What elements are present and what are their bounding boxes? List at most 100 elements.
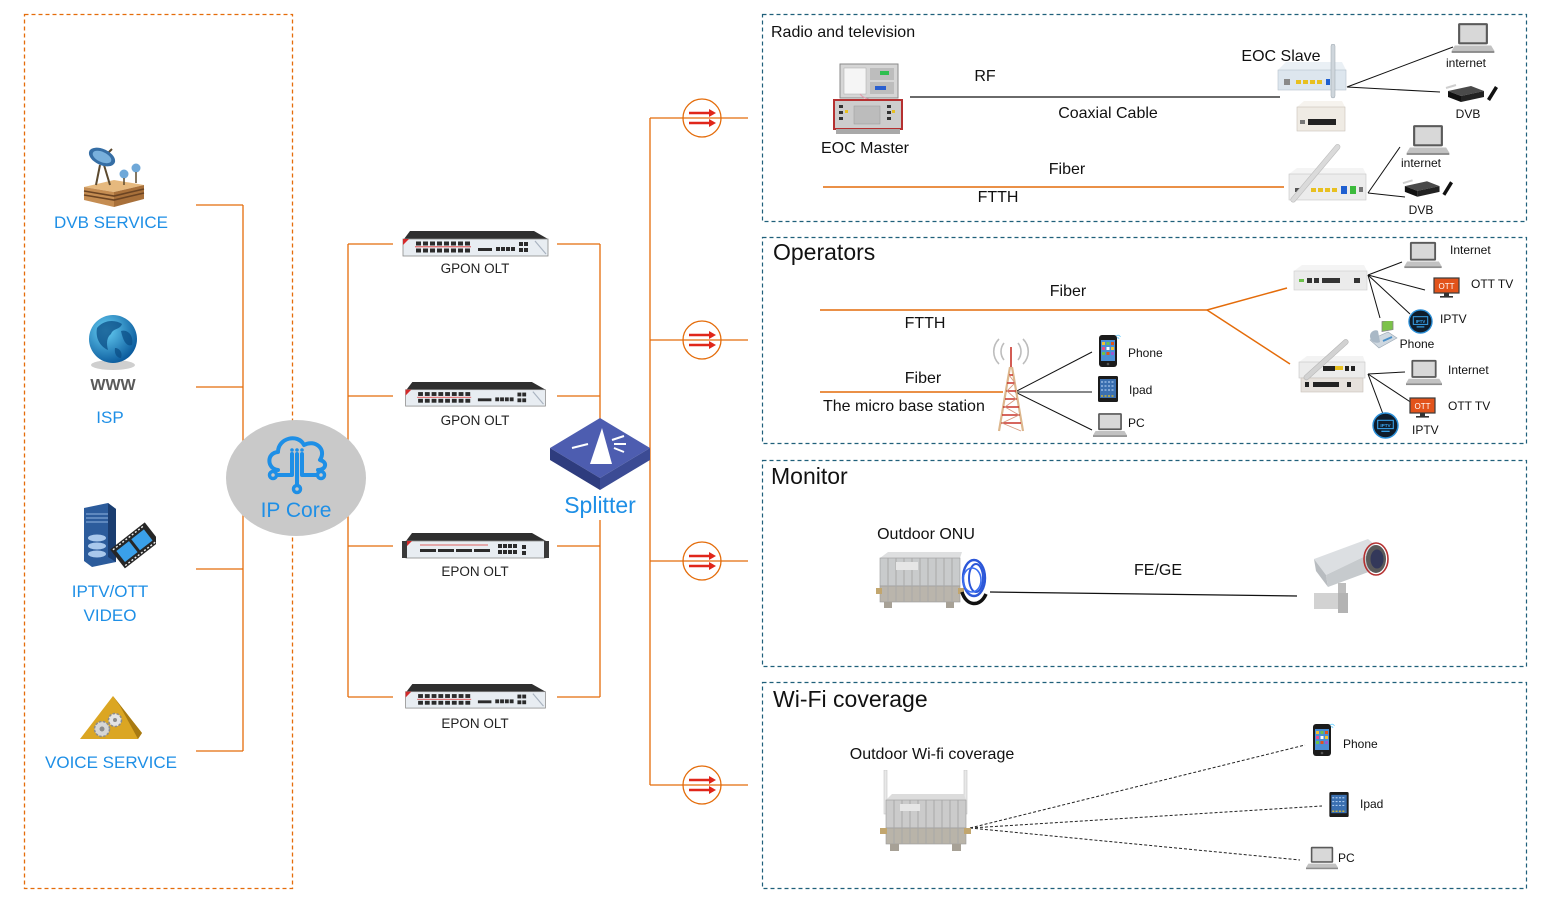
device-label: DVB bbox=[1408, 203, 1434, 217]
video-label: VIDEO bbox=[83, 606, 137, 625]
device-label: Ipad bbox=[1360, 797, 1384, 811]
voice-gears-icon bbox=[78, 692, 144, 742]
device-link-line bbox=[1346, 86, 1441, 93]
iptv-icon: IPTV bbox=[1372, 412, 1399, 439]
ftth-label: FTTH bbox=[977, 189, 1019, 206]
outdoor-onu-icon bbox=[876, 550, 998, 612]
cell-tower-icon bbox=[988, 335, 1034, 433]
device-label: IPTV bbox=[1440, 312, 1467, 326]
iptv-icon: IPTV bbox=[1408, 309, 1433, 334]
olt-label: EPON OLT bbox=[441, 564, 509, 579]
olt-label: EPON OLT bbox=[441, 716, 509, 731]
desk-phone-icon bbox=[1368, 321, 1398, 349]
cloud-circuit-icon bbox=[262, 428, 332, 496]
smartphone-icon bbox=[1311, 722, 1335, 758]
device-label: IPTV bbox=[1412, 423, 1439, 437]
wireless-link-line bbox=[969, 805, 1323, 829]
gpon-olt-device-icon bbox=[402, 230, 549, 258]
eoc-modem-icon bbox=[1296, 100, 1346, 133]
eoc-master-label: EOC Master bbox=[820, 140, 910, 157]
fiber-label: Fiber bbox=[904, 370, 942, 387]
video-server-icon bbox=[78, 500, 156, 570]
eoc-master-icon bbox=[830, 62, 906, 136]
fe-ge-line bbox=[989, 591, 1298, 597]
network-topology-diagram: DVB SERVICE WWW ISP IPTV/OTT VIDEO VOICE… bbox=[0, 0, 1550, 900]
device-label: PC bbox=[1128, 416, 1145, 430]
outdoor-wifi-label: Outdoor Wi-fi coverage bbox=[849, 746, 1015, 763]
device-label: OTT TV bbox=[1448, 399, 1491, 413]
outdoor-wifi-ap-icon bbox=[878, 770, 973, 854]
iptv-ott-label: IPTV/OTT bbox=[71, 582, 149, 601]
olt-label: GPON OLT bbox=[440, 261, 510, 276]
laptop-icon bbox=[1403, 241, 1443, 269]
device-label: Phone bbox=[1128, 346, 1163, 360]
fiber-line bbox=[1206, 287, 1288, 311]
ott-tv-icon: OTT bbox=[1409, 397, 1436, 419]
laptop-icon bbox=[1404, 359, 1444, 386]
tablet-icon bbox=[1328, 791, 1350, 818]
coaxial-cable-label: Coaxial Cable bbox=[1058, 105, 1158, 122]
epon-olt-device-icon bbox=[402, 532, 549, 560]
device-label: Ipad bbox=[1129, 383, 1153, 397]
iptv-badge-text: IPTV bbox=[1380, 423, 1391, 428]
device-link-line bbox=[1367, 371, 1406, 375]
ont-router-icon bbox=[1292, 263, 1368, 293]
panel-title-radio-tv: Radio and television bbox=[771, 24, 916, 41]
ftth-label: FTTH bbox=[904, 315, 946, 332]
smartphone-icon bbox=[1097, 333, 1121, 369]
device-label: PC bbox=[1338, 851, 1355, 865]
fiber-label: Fiber bbox=[1048, 161, 1086, 178]
satellite-dish-icon bbox=[80, 143, 146, 207]
set-top-box-icon bbox=[1444, 82, 1498, 106]
device-link-line bbox=[1346, 46, 1454, 88]
device-label: Phone bbox=[1399, 337, 1435, 351]
rf-label: RF bbox=[974, 68, 996, 85]
epon-olt-device-icon bbox=[402, 683, 549, 710]
wireless-link-line bbox=[969, 827, 1301, 861]
device-label: internet bbox=[1400, 156, 1442, 170]
device-label: Internet bbox=[1448, 363, 1489, 377]
ott-tv-icon: OTT bbox=[1433, 277, 1460, 299]
ip-core-label: IP Core bbox=[260, 499, 332, 522]
splitter-label: Splitter bbox=[564, 492, 636, 518]
laptop-icon bbox=[1303, 846, 1341, 870]
device-label: OTT TV bbox=[1471, 277, 1514, 291]
laptop-icon bbox=[1093, 412, 1127, 438]
panel-title-wifi: Wi-Fi coverage bbox=[773, 686, 928, 712]
laptop-icon bbox=[1450, 22, 1496, 54]
iptv-badge-text: IPTV bbox=[1416, 319, 1426, 324]
fiber-label: Fiber bbox=[1049, 283, 1087, 300]
gpon-olt-device-icon bbox=[402, 381, 549, 408]
splitter-icon bbox=[550, 418, 650, 490]
device-label: internet bbox=[1445, 56, 1487, 70]
panel-title-operators: Operators bbox=[773, 239, 876, 265]
device-label: DVB bbox=[1455, 107, 1481, 121]
device-link-line bbox=[1367, 261, 1403, 276]
set-top-box-icon bbox=[1401, 177, 1453, 201]
isp-label: ISP bbox=[96, 408, 124, 427]
dvb-service-label: DVB SERVICE bbox=[53, 213, 169, 232]
laptop-icon bbox=[1405, 124, 1451, 156]
voice-service-label: VOICE SERVICE bbox=[45, 753, 177, 772]
device-link-line bbox=[1367, 373, 1384, 415]
ott-badge-text: OTT bbox=[1415, 402, 1431, 411]
device-link-line bbox=[1367, 274, 1381, 319]
eoc-slave-router-icon bbox=[1276, 44, 1348, 102]
www-badge: WWW bbox=[90, 377, 136, 394]
device-label: Internet bbox=[1450, 243, 1491, 257]
ont-router-icon bbox=[1295, 336, 1367, 394]
olt-label: GPON OLT bbox=[440, 413, 510, 428]
device-link-line bbox=[1367, 146, 1401, 194]
connector-layer bbox=[23, 13, 1528, 890]
panel-title-monitor: Monitor bbox=[771, 463, 848, 489]
tablet-icon bbox=[1097, 375, 1119, 403]
micro-base-station-label: The micro base station bbox=[823, 398, 985, 415]
device-link-line bbox=[1367, 192, 1406, 198]
ott-badge-text: OTT bbox=[1439, 282, 1455, 291]
wireless-link-line bbox=[969, 744, 1306, 829]
fe-ge-label: FE/GE bbox=[1133, 562, 1183, 579]
cctv-camera-icon bbox=[1308, 535, 1392, 613]
fiber-line bbox=[1206, 309, 1291, 365]
globe-icon bbox=[85, 312, 141, 372]
ont-router-icon bbox=[1283, 140, 1367, 206]
